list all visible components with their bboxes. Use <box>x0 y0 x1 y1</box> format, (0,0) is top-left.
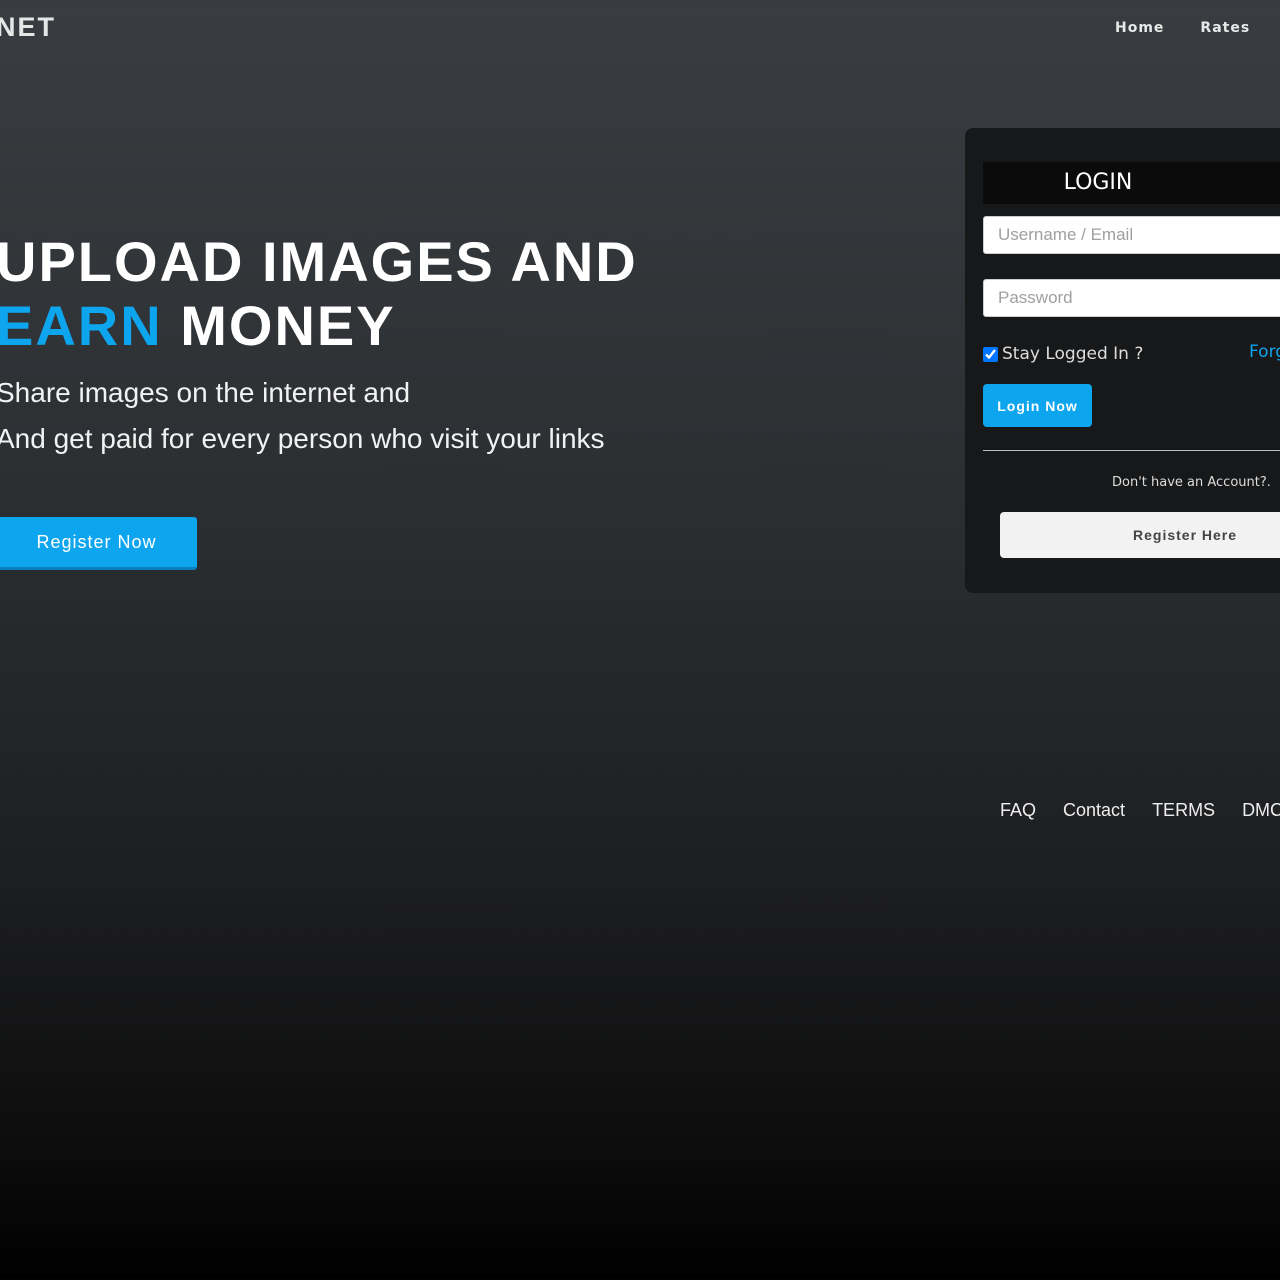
nav-home[interactable]: Home <box>1115 20 1164 36</box>
login-title: LOGIN <box>983 162 1280 204</box>
footer-faq[interactable]: FAQ <box>1000 800 1036 821</box>
divider <box>983 450 1280 451</box>
username-input[interactable] <box>983 216 1280 254</box>
stay-logged-in-checkbox[interactable] <box>983 346 998 362</box>
hero-title-line2: EARN MONEY <box>0 294 638 358</box>
hero-title-line1: UPLOAD IMAGES AND <box>0 230 638 293</box>
top-nav: Home Rates <box>1115 20 1250 36</box>
register-now-button[interactable]: Register Now <box>0 517 197 570</box>
footer-contact[interactable]: Contact <box>1063 800 1125 821</box>
site-logo[interactable]: NET <box>0 12 56 43</box>
hero: UPLOAD IMAGES AND EARN MONEY Share image… <box>0 230 638 462</box>
register-here-button[interactable]: Register Here <box>1000 512 1280 558</box>
no-account-text: Don't have an Account?. <box>1112 475 1271 490</box>
login-now-button[interactable]: Login Now <box>983 384 1092 427</box>
hero-title-accent: EARN <box>0 294 163 357</box>
footer-dmca[interactable]: DMC <box>1242 800 1280 821</box>
footer-terms[interactable]: TERMS <box>1152 800 1215 821</box>
nav-rates[interactable]: Rates <box>1200 20 1250 36</box>
forgot-password-link[interactable]: Forg <box>1249 342 1280 362</box>
hero-title-rest: MONEY <box>162 294 396 357</box>
password-input[interactable] <box>983 279 1280 317</box>
hero-subtitle-2: And get paid for every person who visit … <box>0 423 605 454</box>
stay-logged-in-label: Stay Logged In ? <box>1002 344 1144 364</box>
footer-links: FAQ Contact TERMS DMC <box>1000 800 1280 821</box>
stay-logged-in[interactable]: Stay Logged In ? <box>983 344 1143 364</box>
hero-subtitle-1: Share images on the internet and <box>0 377 411 408</box>
login-panel: LOGIN Stay Logged In ? Forg Login Now Do… <box>965 128 1280 593</box>
